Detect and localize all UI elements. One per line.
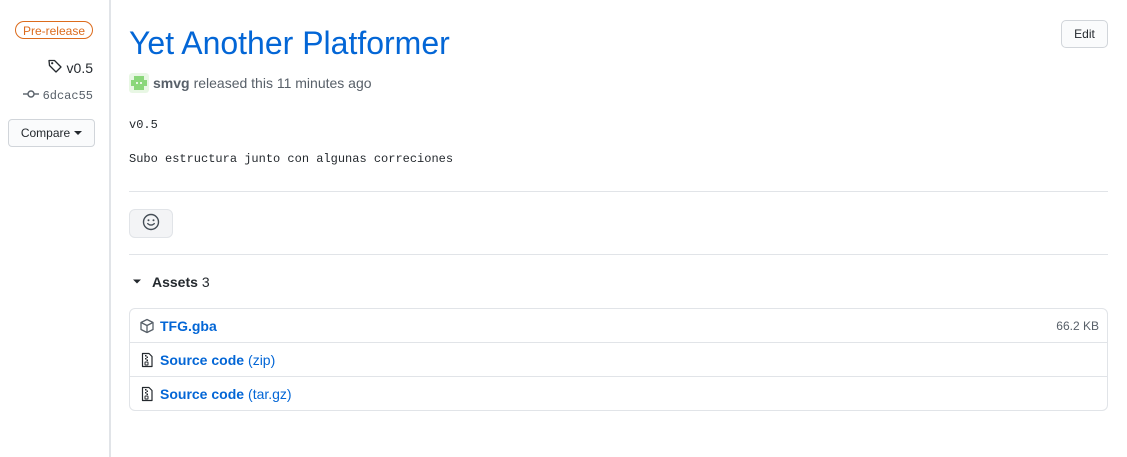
triangle-down-icon (129, 273, 145, 292)
compare-button[interactable]: Compare (8, 119, 95, 147)
asset-row-tfg-gba: TFG.gba 66.2 KB (130, 309, 1107, 342)
commit-link[interactable]: 6dcac55 (22, 86, 93, 105)
edit-button[interactable]: Edit (1061, 20, 1108, 48)
release-sidebar: Pre-release v0.5 6dcac55 Compare (0, 0, 111, 457)
commit-sha: 6dcac55 (42, 88, 93, 103)
release-byline: smvg released this 11 minutes ago (129, 73, 372, 93)
tag-name: v0.5 (66, 59, 93, 76)
avatar[interactable] (129, 73, 153, 93)
divider (129, 191, 1108, 192)
asset-row-source-zip: Source code (zip) (130, 342, 1107, 376)
released-text: released this 11 minutes ago (193, 75, 372, 91)
add-reaction-button[interactable] (129, 209, 173, 238)
asset-size: 66.2 KB (1056, 318, 1099, 333)
compare-label: Compare (20, 126, 71, 140)
release-title[interactable]: Yet Another Platformer (129, 23, 450, 63)
divider (129, 254, 1108, 255)
asset-link-source-zip[interactable]: Source code (160, 352, 244, 368)
tag-icon (47, 58, 63, 77)
asset-link-tfg-gba[interactable]: TFG.gba (160, 318, 217, 334)
tag-link[interactable]: v0.5 (47, 58, 93, 77)
asset-link-source-targz[interactable]: Source code (160, 386, 244, 402)
package-icon (139, 318, 155, 334)
caret-down-icon (74, 131, 83, 135)
asset-format-zip[interactable]: (zip) (248, 352, 275, 368)
asset-row-source-targz: Source code (tar.gz) (130, 376, 1107, 410)
author-link[interactable]: smvg (153, 75, 190, 91)
assets-list: TFG.gba 66.2 KB Source code (zip) Source… (129, 308, 1108, 411)
prerelease-badge: Pre-release (14, 21, 93, 39)
assets-label: Assets (152, 274, 198, 290)
assets-count: 3 (201, 274, 210, 290)
release-body-version: v0.5 (129, 118, 158, 132)
asset-format-targz[interactable]: (tar.gz) (248, 386, 292, 402)
git-commit-icon (22, 86, 39, 105)
release-body-text: Subo estructura junto con algunas correc… (129, 152, 454, 166)
file-zip-icon (139, 352, 155, 368)
file-zip-icon (139, 386, 155, 402)
smiley-icon (142, 213, 160, 234)
assets-toggle[interactable]: Assets 3 (129, 272, 210, 292)
